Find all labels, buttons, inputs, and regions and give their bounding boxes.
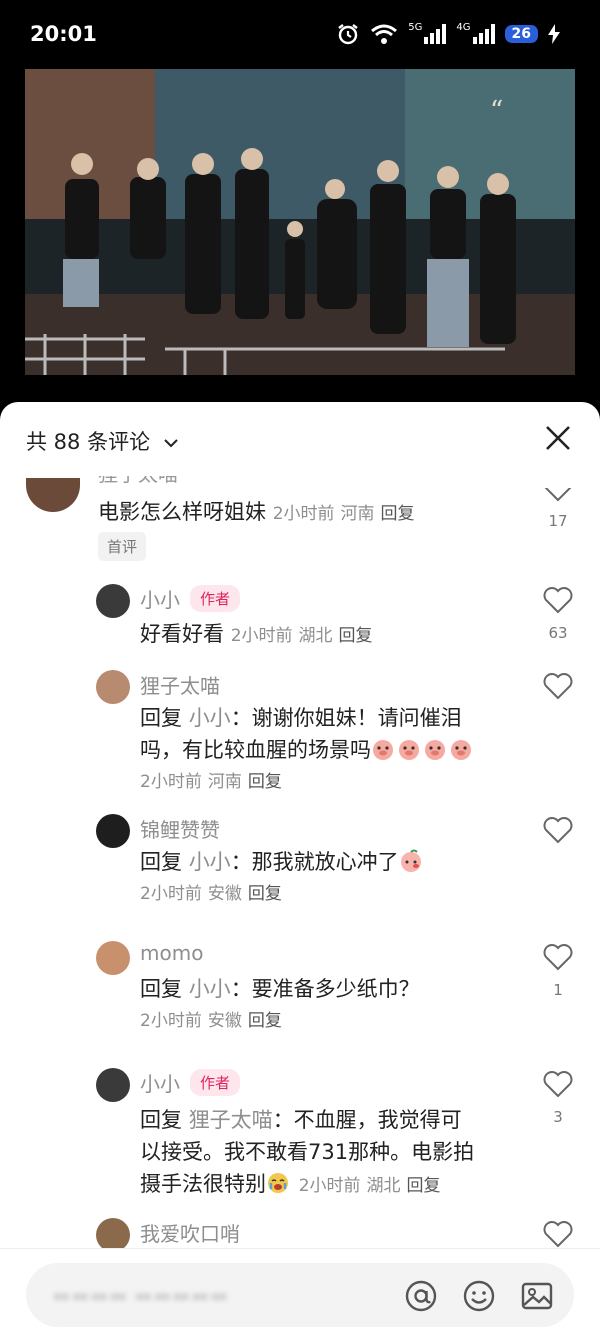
avatar[interactable]: [26, 478, 80, 512]
signal-label-2: 4G: [456, 21, 471, 33]
heart-icon: [543, 1221, 573, 1248]
reply-button[interactable]: 回复: [339, 626, 373, 646]
comment-item: 狸子太喵 回复 小小：谢谢你姐妹！请问催泪 吗，有比较血腥的场景吗 2小时前 河南…: [0, 666, 600, 796]
like-button[interactable]: 63: [540, 586, 576, 642]
avatar[interactable]: [96, 941, 130, 975]
pig-crying-emoji-icon: [373, 740, 393, 760]
like-button[interactable]: 3: [540, 1070, 576, 1126]
svg-text:“: “: [490, 96, 503, 126]
avatar[interactable]: [96, 814, 130, 848]
comment-item: 小小 作者 好看好看 2小时前 湖北 回复 63: [0, 580, 600, 660]
reply-target-user[interactable]: 小小: [189, 850, 231, 874]
reply-target-user[interactable]: 狸子太喵: [189, 1108, 273, 1132]
reply-button[interactable]: 回复: [248, 1011, 282, 1031]
comment-body: 电影怎么样呀姐妹 2小时前 河南 回复: [98, 500, 415, 524]
like-count: 3: [553, 1108, 563, 1126]
heart-icon: [543, 1071, 573, 1098]
like-button[interactable]: [540, 672, 576, 704]
comment-body: 好看好看 2小时前 湖北 回复: [140, 622, 373, 646]
comments-sheet: 共 88 条评论 狸子太喵 电影怎么样呀姐妹 2小时前 河南 回复 17 首评 小小…: [0, 402, 600, 1341]
comment-body: 回复 小小：谢谢你姐妹！请问催泪 吗，有比较血腥的场景吗 2小时前 河南 回复: [140, 702, 520, 798]
like-count: 17: [548, 512, 568, 530]
wifi-icon: [371, 24, 398, 44]
mention-icon[interactable]: [404, 1279, 438, 1313]
peach-blush-emoji-icon: [400, 849, 421, 872]
pig-crying-emoji-icon: [399, 740, 419, 760]
avatar[interactable]: [96, 584, 130, 618]
reply-target-user[interactable]: 小小: [189, 977, 231, 1001]
comment-item: 小小 作者 回复 狸子太喵：不血腥，我觉得可 以接受。我不敢看731那种。电影拍…: [0, 1064, 600, 1204]
heart-icon: [543, 673, 573, 700]
emoji-icon[interactable]: [462, 1279, 496, 1313]
heart-icon: [542, 474, 574, 502]
comment-item: 锦鲤赞赞 回复 小小：那我就放心冲了 2小时前 安徽 回复: [0, 810, 600, 920]
like-button[interactable]: 17: [540, 474, 576, 530]
crying-face-emoji-icon: [268, 1173, 288, 1193]
signal-bars-icon: [424, 24, 447, 44]
pig-crying-emoji-icon: [451, 740, 471, 760]
comments-header: 共 88 条评论: [0, 402, 600, 472]
reply-button[interactable]: 回复: [407, 1176, 441, 1196]
heart-icon: [543, 817, 573, 844]
chevron-down-icon: [164, 439, 178, 448]
like-button[interactable]: 1: [540, 943, 576, 999]
avatar[interactable]: [96, 670, 130, 704]
status-icons: 5G 4G 26: [336, 22, 560, 46]
reply-button[interactable]: 回复: [248, 772, 282, 792]
like-count: 63: [548, 624, 568, 642]
video-player[interactable]: “: [25, 69, 575, 375]
comment-author[interactable]: 小小 作者: [140, 1068, 241, 1097]
comment-author[interactable]: 小小 作者: [140, 584, 241, 613]
like-button[interactable]: [540, 816, 576, 848]
comment-author[interactable]: 狸子太喵: [140, 670, 220, 699]
image-icon[interactable]: [520, 1279, 554, 1313]
avatar[interactable]: [96, 1218, 130, 1252]
video-frame-image: “: [25, 69, 575, 375]
input-placeholder: ▬▬▬▬ ▬▬▬▬▬: [52, 1283, 229, 1307]
signal-bars-icon-2: [472, 24, 495, 44]
like-count: 1: [553, 981, 563, 999]
alarm-icon: [338, 24, 358, 45]
charging-icon: [548, 24, 560, 44]
comment-input[interactable]: ▬▬▬▬ ▬▬▬▬▬: [26, 1263, 574, 1327]
comment-item: 狸子太喵 电影怎么样呀姐妹 2小时前 河南 回复 17: [0, 464, 600, 564]
pig-crying-emoji-icon: [425, 740, 445, 760]
comment-input-bar: ▬▬▬▬ ▬▬▬▬▬: [0, 1248, 600, 1341]
reply-button[interactable]: 回复: [381, 504, 415, 524]
battery-indicator: 26: [504, 25, 538, 43]
author-badge: 作者: [190, 585, 241, 612]
heart-icon: [543, 587, 573, 614]
comment-body: 回复 狸子太喵：不血腥，我觉得可 以接受。我不敢看731那种。电影拍 摄手法很特…: [140, 1108, 475, 1196]
first-comment-tag: 首评: [98, 532, 147, 561]
signal-label-1: 5G: [408, 21, 423, 33]
author-badge: 作者: [190, 1069, 241, 1096]
status-time: 20:01: [30, 22, 97, 46]
status-bar: 20:01 5G 4G 26: [0, 0, 600, 68]
comment-author[interactable]: 锦鲤赞赞: [140, 814, 220, 843]
comment-count-dropdown[interactable]: 共 88 条评论: [26, 426, 179, 456]
comment-item: momo 回复 小小：要准备多少纸巾？ 2小时前 安徽 回复 1: [0, 937, 600, 1047]
comment-body: 回复 小小：那我就放心冲了 2小时前 安徽 回复: [140, 846, 520, 910]
close-icon[interactable]: [544, 424, 572, 452]
comment-count-label: 共 88 条评论: [26, 430, 151, 454]
heart-icon: [543, 944, 573, 971]
reply-target-user[interactable]: 小小: [189, 706, 231, 730]
comment-body: 回复 小小：要准备多少纸巾？ 2小时前 安徽 回复: [140, 977, 420, 1031]
reply-button[interactable]: 回复: [248, 884, 282, 904]
avatar[interactable]: [96, 1068, 130, 1102]
comment-author[interactable]: 我爱吹口哨: [140, 1218, 240, 1247]
comment-author[interactable]: momo: [140, 941, 203, 965]
